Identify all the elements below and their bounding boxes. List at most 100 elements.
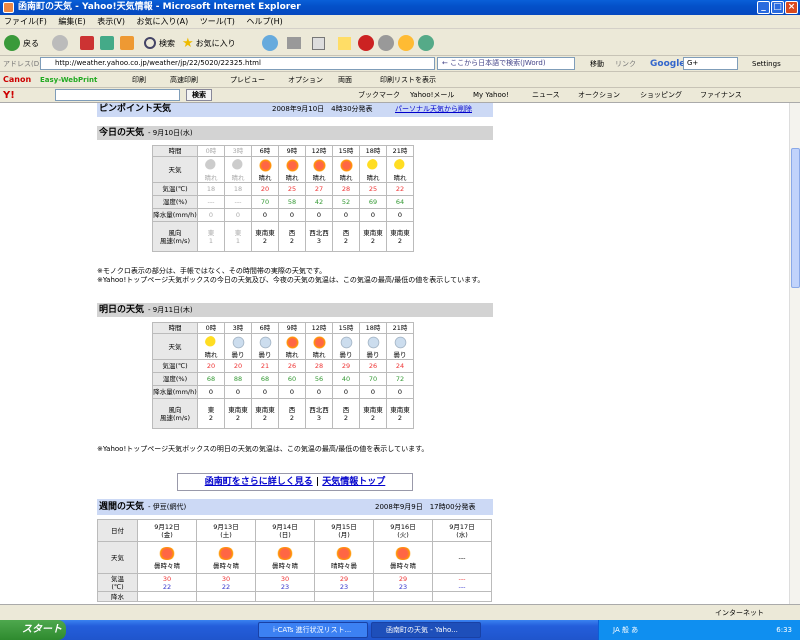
yahoo-mail-link[interactable]: Yahoo!メール	[410, 88, 454, 103]
duplex-link[interactable]: 両面	[338, 72, 352, 88]
msn-button[interactable]	[418, 34, 434, 52]
table-cell: 0	[305, 208, 333, 222]
vertical-scrollbar[interactable]	[789, 103, 800, 604]
humid-value: ---	[234, 198, 242, 206]
low-temp: 23	[398, 582, 408, 591]
wind-direction: 東南東	[363, 228, 383, 237]
rain-value: 0	[262, 388, 268, 396]
links-box: 函南町をさらに詳しく見る | 天気情報トップ	[177, 473, 413, 491]
yahoo-search-button[interactable]: 検索	[186, 89, 212, 101]
weather-label: 晴れ	[339, 173, 353, 182]
task-weather[interactable]: 函南町の天気 - Yaho...	[371, 622, 481, 638]
detail-link[interactable]: 函南町をさらに詳しく見る	[205, 477, 313, 487]
rain-value: 0	[397, 388, 403, 396]
row-label: 降水	[97, 591, 138, 602]
scroll-thumb[interactable]	[791, 148, 800, 288]
go-button[interactable]: 移動	[590, 56, 604, 72]
table-cell: 0	[251, 208, 279, 222]
row-label: 天気	[152, 156, 198, 183]
fast-print-link[interactable]: 高速印刷	[170, 72, 198, 88]
notes-button[interactable]	[338, 34, 351, 52]
table-row: 湿度(%) 68 88 68 60 56 40 70 72	[152, 372, 414, 386]
ie-icon	[3, 2, 14, 13]
table-cell: 西2	[332, 398, 360, 429]
back-button[interactable]: 戻る	[4, 34, 39, 52]
easy-webprint-menu[interactable]: Easy-WebPrint	[40, 72, 97, 88]
settings-button[interactable]: Settings	[752, 56, 781, 72]
maximize-button[interactable]: □	[771, 1, 784, 14]
news-link[interactable]: ニュース	[532, 88, 560, 103]
favorites-button[interactable]: ★ お気に入り	[182, 34, 236, 52]
finance-link[interactable]: ファイナンス	[700, 88, 742, 103]
menu-file[interactable]: ファイル(F)	[4, 17, 47, 26]
weather-label: 晴れ	[204, 173, 218, 182]
auction-link[interactable]: オークション	[578, 88, 620, 103]
table-cell: 9時	[278, 322, 306, 334]
refresh-button[interactable]	[100, 34, 114, 52]
minimize-button[interactable]: _	[757, 1, 770, 14]
print-list-link[interactable]: 印刷リストを表示	[380, 72, 436, 88]
home-button[interactable]	[120, 34, 134, 52]
shopping-link[interactable]: ショッピング	[640, 88, 682, 103]
cloud-sun-icon	[217, 546, 235, 560]
remove-personal-link[interactable]: パーソナル天気から削除	[395, 103, 472, 115]
stop-button[interactable]	[80, 34, 94, 52]
temp-value: 24	[395, 362, 405, 370]
my-yahoo-link[interactable]: My Yahoo!	[473, 88, 509, 103]
print-link[interactable]: 印刷	[132, 72, 146, 88]
low-temp: 22	[221, 582, 231, 591]
close-button[interactable]: ×	[785, 1, 798, 14]
option-link[interactable]: オプション	[288, 72, 323, 88]
table-cell: 15時	[332, 145, 360, 157]
menu-edit[interactable]: 編集(E)	[58, 17, 85, 26]
jword-field[interactable]: ← ここから日本語で検索(JWord)	[437, 57, 575, 70]
table-cell: 東南東 2	[386, 398, 414, 429]
table-cell: 9月17日 (水)	[432, 519, 492, 542]
discuss-button[interactable]	[398, 34, 414, 52]
temp-value: 25	[368, 185, 378, 193]
weather-label: 晴れ	[393, 173, 407, 182]
zone-label: インターネット	[715, 609, 764, 617]
google-search-field[interactable]: G+	[683, 57, 738, 70]
menu-tools[interactable]: ツール(T)	[200, 17, 235, 26]
research-button[interactable]	[358, 34, 374, 52]
table-cell: 56	[305, 372, 333, 386]
table-cell: 0	[278, 385, 306, 399]
search-icon	[144, 37, 156, 49]
weather-label: 曇時々晴	[213, 561, 239, 570]
menu-view[interactable]: 表示(V)	[97, 17, 125, 26]
messenger-button[interactable]	[378, 34, 394, 52]
table-cell: 0	[332, 385, 360, 399]
table-cell: 晴れ	[359, 156, 387, 183]
menu-help[interactable]: ヘルプ(H)	[246, 17, 282, 26]
url-field[interactable]: http://weather.yahoo.co.jp/weather/jp/22…	[40, 57, 435, 70]
humid-value: 70	[260, 198, 270, 206]
cloud-sun-icon	[394, 546, 412, 560]
standard-toolbar: 戻る 検索 ★ お気に入り	[0, 29, 800, 56]
table-cell: 20	[224, 359, 252, 373]
forward-button[interactable]	[52, 34, 68, 52]
table-cell: 0	[251, 385, 279, 399]
start-button[interactable]: スタート	[0, 620, 66, 640]
table-cell: 0時	[197, 145, 225, 157]
search-button[interactable]: 検索	[144, 34, 175, 52]
task-icats[interactable]: i-CATs 進行状況リスト...	[258, 622, 368, 638]
system-tray: JA 般 あ 6:33	[598, 620, 800, 640]
low-temp: 23	[339, 582, 349, 591]
cloud-icon	[393, 335, 407, 349]
preview-link[interactable]: プレビュー	[230, 72, 265, 88]
yahoo-search-input[interactable]	[55, 89, 180, 101]
weather-label: 晴れ	[231, 173, 245, 182]
yahoo-logo[interactable]: Y!	[3, 88, 15, 103]
bookmark-link[interactable]: ブックマーク	[358, 88, 400, 103]
ime-indicator[interactable]: JA 般 あ	[613, 626, 638, 634]
print-button[interactable]	[287, 34, 301, 52]
table-cell: 晴れ	[305, 333, 333, 360]
edit-button[interactable]	[312, 34, 325, 52]
google-logo: Google	[650, 59, 686, 69]
hour-label: 18時	[365, 147, 381, 155]
table-cell: 30 22	[196, 573, 256, 592]
menu-favorites[interactable]: お気に入り(A)	[137, 17, 189, 26]
weather-top-link[interactable]: 天気情報トップ	[322, 477, 385, 487]
history-button[interactable]	[262, 34, 278, 52]
